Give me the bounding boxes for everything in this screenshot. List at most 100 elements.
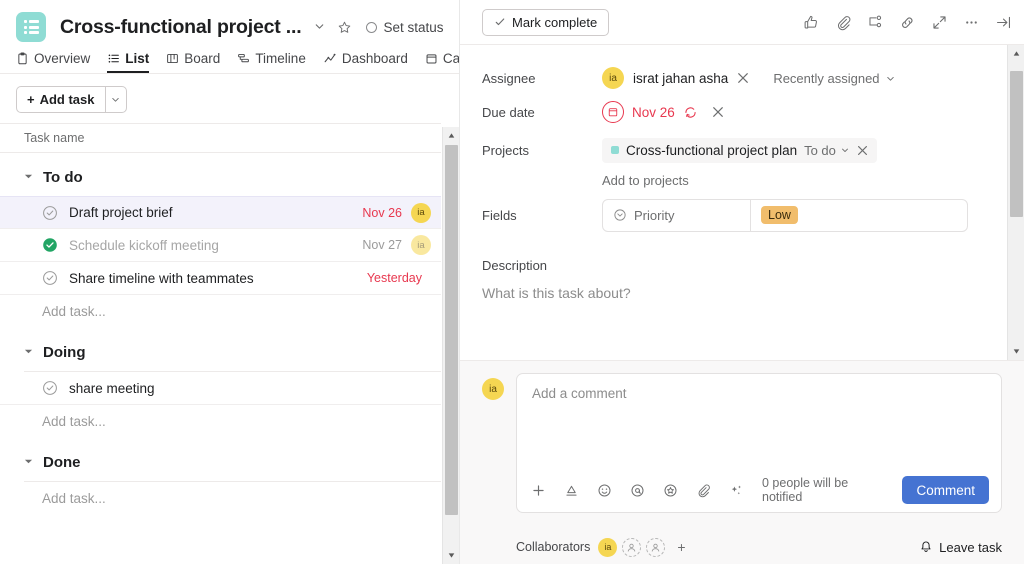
paperclip-icon[interactable] xyxy=(835,14,852,31)
calendar-icon[interactable] xyxy=(602,101,624,123)
favorite-star-icon[interactable] xyxy=(337,20,352,35)
add-collaborator-button[interactable]: + xyxy=(677,539,685,555)
add-to-projects-label: Add to projects xyxy=(602,173,689,188)
complete-task-check-circle-icon[interactable] xyxy=(42,380,58,396)
tab-label: Calen xyxy=(442,51,459,66)
set-status-button[interactable]: Set status xyxy=(366,20,443,35)
add-task-button[interactable]: + Add task xyxy=(16,86,105,113)
avatar: ia xyxy=(482,378,504,400)
recently-assigned-label: Recently assigned xyxy=(773,70,880,86)
comment-box: Add a comment 0 people will be notified … xyxy=(516,373,1002,513)
attachment-icon[interactable] xyxy=(696,483,711,498)
table-row[interactable]: Draft project brief Nov 26 ia xyxy=(0,196,441,229)
bell-icon xyxy=(921,541,931,552)
collapse-panel-icon[interactable] xyxy=(995,14,1012,31)
add-task-inline-doing[interactable]: Add task... xyxy=(0,405,441,438)
description-label: Description xyxy=(482,258,548,273)
add-collaborator-placeholder-icon[interactable] xyxy=(646,537,666,557)
repeat-icon[interactable] xyxy=(683,105,698,120)
field-label: Projects xyxy=(482,142,529,158)
tab-board[interactable]: Board xyxy=(166,51,220,73)
tab-calendar[interactable]: Calen xyxy=(425,51,459,73)
task-due-date[interactable]: Nov 26 xyxy=(362,206,402,220)
section-header-doing[interactable]: Doing xyxy=(0,328,441,371)
section-header-done[interactable]: Done xyxy=(0,438,441,481)
scroll-up-arrow-icon[interactable] xyxy=(443,127,459,144)
mention-icon[interactable] xyxy=(630,483,645,498)
chevron-down-icon xyxy=(886,76,894,81)
leave-task-button[interactable]: Leave task xyxy=(919,540,1002,555)
sticker-icon[interactable] xyxy=(663,483,678,498)
remove-due-date-close-icon[interactable] xyxy=(712,106,724,118)
tab-dashboard[interactable]: Dashboard xyxy=(323,51,408,73)
thumbs-up-icon[interactable] xyxy=(803,14,820,31)
tab-list[interactable]: List xyxy=(107,51,150,73)
add-task-inline-done[interactable]: Add task... xyxy=(0,482,441,515)
add-task-inline-to-do[interactable]: Add task... xyxy=(0,295,441,328)
plus-icon[interactable] xyxy=(531,483,546,498)
comment-composer-area: ia Add a comment 0 people will be notifi… xyxy=(460,360,1024,530)
assignee-name[interactable]: israt jahan asha xyxy=(633,71,728,86)
task-due-date[interactable]: Yesterday xyxy=(367,271,422,285)
notify-text: 0 people will be notified xyxy=(762,476,849,504)
tab-timeline[interactable]: Timeline xyxy=(237,51,306,73)
table-row[interactable]: share meeting xyxy=(0,372,441,405)
page-title: Cross-functional project ... xyxy=(60,15,302,38)
board-icon xyxy=(167,53,179,64)
ai-sparkle-icon[interactable] xyxy=(729,483,744,498)
scroll-up-arrow-icon[interactable] xyxy=(1008,45,1024,62)
comment-submit-button[interactable]: Comment xyxy=(902,476,989,504)
complete-task-check-circle-icon[interactable] xyxy=(42,270,58,286)
more-options-icon[interactable] xyxy=(963,14,980,31)
tab-overview[interactable]: Overview xyxy=(16,51,90,73)
table-row[interactable]: Schedule kickoff meeting Nov 27 ia xyxy=(0,229,441,262)
avatar[interactable]: ia xyxy=(411,202,431,223)
list-scrollbar[interactable] xyxy=(442,127,459,564)
avatar[interactable]: ia xyxy=(598,537,618,557)
project-section-dropdown[interactable]: To do xyxy=(804,143,850,158)
chevron-down-icon[interactable] xyxy=(24,347,33,358)
add-task-chevron-down-icon[interactable] xyxy=(104,86,127,113)
set-status-label: Set status xyxy=(383,19,444,35)
text-format-icon[interactable] xyxy=(564,483,579,498)
section-title: To do xyxy=(43,169,83,186)
project-section-label: To do xyxy=(804,142,836,158)
add-to-projects-button[interactable]: Add to projects xyxy=(460,167,1024,198)
section-header-to-do[interactable]: To do xyxy=(0,153,441,196)
description-input[interactable]: What is this task about? xyxy=(460,273,1024,301)
asana-task-view: Cross-functional project ... Set status … xyxy=(0,0,1024,564)
check-icon xyxy=(495,18,505,26)
scroll-down-arrow-icon[interactable] xyxy=(443,547,459,564)
recently-assigned-dropdown[interactable]: Recently assigned xyxy=(773,71,895,86)
mark-complete-button[interactable]: Mark complete xyxy=(482,8,610,36)
detail-scrollbar[interactable] xyxy=(1007,45,1024,360)
chevron-down-icon[interactable] xyxy=(24,457,33,468)
comment-input[interactable]: Add a comment xyxy=(517,374,1001,468)
project-color-dot-icon xyxy=(611,146,619,154)
table-row[interactable]: Share timeline with teammates Yesterday xyxy=(0,262,441,295)
leave-task-label: Leave task xyxy=(939,539,1002,555)
scrollbar-thumb[interactable] xyxy=(445,145,458,515)
emoji-icon[interactable] xyxy=(597,483,612,498)
project-chip[interactable]: Cross-functional project plan To do xyxy=(602,137,877,163)
scroll-down-arrow-icon[interactable] xyxy=(1008,343,1024,360)
expand-icon[interactable] xyxy=(931,14,948,31)
task-due-date[interactable]: Nov 27 xyxy=(362,238,402,252)
avatar[interactable]: ia xyxy=(602,67,624,89)
chevron-down-icon[interactable] xyxy=(24,172,33,183)
custom-field-value-cell[interactable]: Low xyxy=(751,200,967,231)
subtask-icon[interactable] xyxy=(867,14,884,31)
avatar[interactable]: ia xyxy=(411,235,431,255)
project-menu-chevron-down-icon[interactable] xyxy=(313,20,326,35)
complete-task-check-circle-icon[interactable] xyxy=(42,237,58,253)
link-icon[interactable] xyxy=(899,14,916,31)
list-icon xyxy=(108,54,120,63)
remove-project-close-icon[interactable] xyxy=(857,145,868,156)
due-date-value[interactable]: Nov 26 xyxy=(632,105,675,120)
add-collaborator-placeholder-icon[interactable] xyxy=(622,537,642,557)
scrollbar-thumb[interactable] xyxy=(1010,71,1023,217)
complete-task-check-circle-icon[interactable] xyxy=(42,205,58,221)
custom-field-priority[interactable]: Priority xyxy=(603,199,751,231)
task-name: Draft project brief xyxy=(69,205,173,220)
remove-assignee-close-icon[interactable] xyxy=(737,72,749,84)
